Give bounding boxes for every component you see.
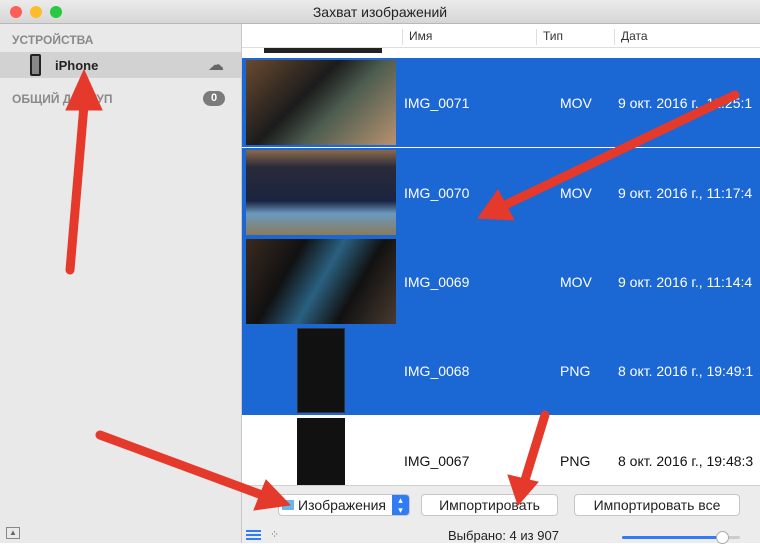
file-type: MOV: [560, 185, 592, 201]
iphone-icon: [30, 54, 41, 76]
partial-row: [242, 48, 760, 58]
import-button[interactable]: Импортировать: [421, 494, 558, 516]
minimize-button[interactable]: [30, 6, 42, 18]
table-row[interactable]: IMG_0067 PNG 8 окт. 2016 г., 19:48:3: [242, 416, 760, 485]
thumbnail: [246, 60, 396, 145]
column-name[interactable]: Имя: [402, 29, 432, 45]
eject-icon[interactable]: ▲: [6, 527, 20, 539]
thumbnail: [297, 418, 345, 485]
file-type: MOV: [560, 95, 592, 111]
folder-icon: [282, 500, 294, 510]
file-name: IMG_0071: [404, 95, 470, 111]
shared-header: ОБЩИЙ ДОСТУП: [12, 92, 113, 106]
file-date: 9 окт. 2016 г., 11:25:1: [618, 95, 753, 111]
shared-count-badge: 0: [203, 91, 225, 106]
thumbnail: [246, 239, 396, 324]
file-type: PNG: [560, 363, 591, 379]
selection-status: Выбрано: 4 из 907: [448, 528, 559, 543]
close-button[interactable]: [10, 6, 22, 18]
file-name: IMG_0069: [404, 274, 470, 290]
table-row[interactable]: IMG_0070 MOV 9 окт. 2016 г., 11:17:4: [242, 148, 760, 237]
list-view-icon[interactable]: [246, 530, 261, 540]
cloud-icon: ☁: [208, 57, 224, 74]
device-name: iPhone: [55, 58, 99, 73]
import-all-button[interactable]: Импортировать все: [574, 494, 740, 516]
devices-header: УСТРОЙСТВА: [12, 33, 94, 47]
table-row[interactable]: IMG_0071 MOV 9 окт. 2016 г., 11:25:1: [242, 58, 760, 147]
sidebar: УСТРОЙСТВА iPhone ☁ ОБЩИЙ ДОСТУП 0 ▲: [0, 24, 242, 543]
file-date: 8 окт. 2016 г., 19:49:1: [618, 363, 754, 379]
title-bar: Захват изображений: [0, 0, 760, 24]
zoom-button[interactable]: [50, 6, 62, 18]
grid-view-icon[interactable]: ⁘: [270, 528, 279, 541]
slider-knob[interactable]: [716, 531, 730, 544]
column-type[interactable]: Тип: [536, 29, 563, 45]
window-title: Захват изображений: [312, 4, 448, 20]
file-date: 9 окт. 2016 г., 11:17:4: [618, 185, 753, 201]
thumbnail: [297, 328, 345, 413]
file-name: IMG_0070: [404, 185, 470, 201]
thumbnail-size-slider[interactable]: [622, 531, 740, 544]
file-date: 8 окт. 2016 г., 19:48:3: [618, 453, 754, 469]
destination-select[interactable]: Изображения ▴ ▾: [278, 494, 410, 516]
chevron-updown-icon: ▴ ▾: [392, 495, 409, 515]
table-row[interactable]: IMG_0068 PNG 8 окт. 2016 г., 19:49:1: [242, 326, 760, 415]
destination-label: Изображения: [298, 497, 386, 513]
sidebar-item-iphone[interactable]: iPhone ☁: [0, 52, 241, 78]
file-type: PNG: [560, 453, 591, 469]
media-list: IMG_0071 MOV 9 окт. 2016 г., 11:25:1 IMG…: [242, 24, 760, 485]
column-date[interactable]: Дата: [614, 29, 648, 45]
file-type: MOV: [560, 274, 592, 290]
file-name: IMG_0067: [404, 453, 470, 469]
table-row[interactable]: IMG_0069 MOV 9 окт. 2016 г., 11:14:4: [242, 237, 760, 326]
bottom-toolbar: Изображения ▴ ▾ Импортировать Импортирова…: [242, 485, 760, 544]
file-date: 9 окт. 2016 г., 11:14:4: [618, 274, 753, 290]
table-header: Имя Тип Дата: [242, 24, 760, 48]
file-name: IMG_0068: [404, 363, 470, 379]
thumbnail: [246, 150, 396, 235]
